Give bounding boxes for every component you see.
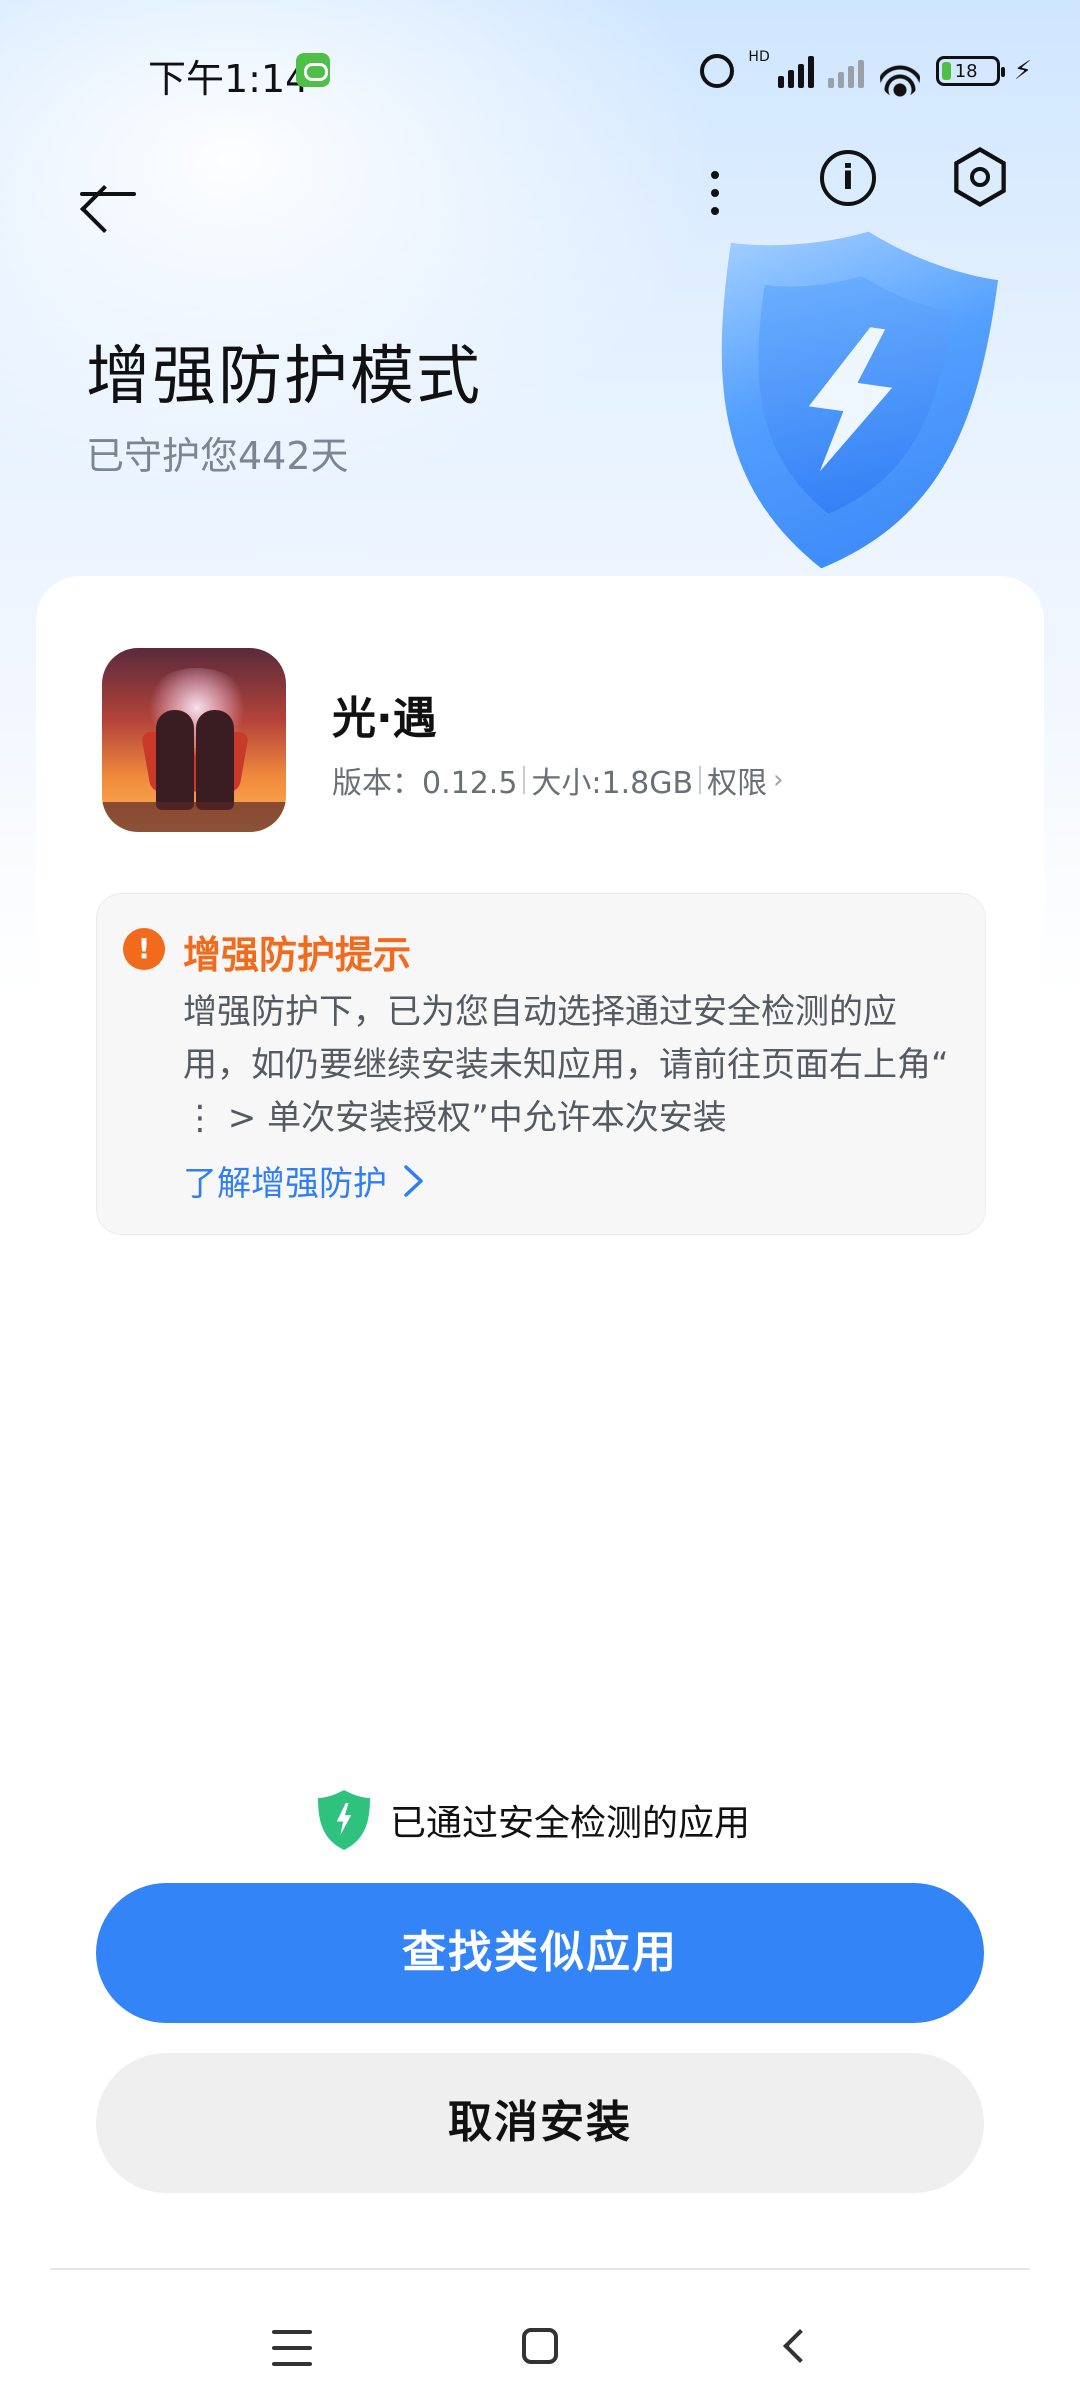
warning-icon: ! — [123, 928, 165, 970]
chevron-right-icon — [404, 1164, 423, 1197]
status-icons: HD 18 ⚡ — [700, 48, 1032, 98]
status-time: 下午1:14 — [148, 57, 310, 101]
green-shield-icon — [318, 1790, 370, 1850]
home-icon[interactable] — [522, 2328, 558, 2364]
network-type-label: HD — [748, 49, 770, 65]
learn-more-label: 了解增强防护 — [183, 1164, 387, 1204]
find-similar-apps-button[interactable]: 查找类似应用 — [96, 1883, 984, 2023]
notice-title: 增强防护提示 — [183, 933, 412, 977]
passed-text: 已通过安全检测的应用 — [390, 1803, 751, 1844]
info-icon[interactable]: i — [820, 150, 876, 206]
more-options-icon[interactable] — [690, 153, 740, 233]
chevron-right-icon: › — [773, 765, 784, 795]
recent-apps-icon[interactable] — [272, 2330, 312, 2366]
back-arrow-icon[interactable] — [70, 153, 150, 233]
top-navigation: i — [0, 135, 1080, 235]
app-meta: 版本：0.12.5 大小:1.8GB 权限 › — [332, 758, 783, 802]
cancel-install-button[interactable]: 取消安装 — [96, 2053, 984, 2193]
app-icon — [102, 648, 286, 832]
battery-percent: 18 — [954, 60, 978, 82]
settings-icon[interactable] — [950, 147, 1010, 207]
page-title: 增强防护模式 — [86, 340, 482, 414]
shield-bolt-illustration — [700, 230, 1000, 590]
system-navigation-bar — [0, 2270, 1080, 2400]
learn-more-link[interactable]: 了解增强防护 — [183, 1156, 425, 1205]
app-version: 版本：0.12.5 — [332, 766, 518, 801]
protection-notice: ! 增强防护提示 增强防护下，已为您自动选择通过安全检测的应用，如仍要继续安装未… — [96, 893, 986, 1235]
protection-days: 已守护您442天 — [86, 434, 349, 478]
system-back-icon[interactable] — [780, 2330, 810, 2360]
alarm-icon — [700, 54, 735, 88]
security-passed-indicator: 已通过安全检测的应用 — [318, 1790, 750, 1850]
signal-icon — [777, 54, 814, 88]
wifi-icon — [878, 54, 922, 98]
app-name: 光·遇 — [332, 693, 437, 744]
charging-icon: ⚡ — [1013, 56, 1032, 86]
chat-notification-icon — [296, 53, 330, 87]
notice-body: 增强防护下，已为您自动选择通过安全检测的应用，如仍要继续安装未知应用，请前往页面… — [183, 992, 949, 1138]
meta-divider — [523, 766, 526, 794]
app-size: 大小:1.8GB — [531, 766, 694, 801]
status-bar: 下午1:14 HD 18 ⚡ — [0, 0, 1080, 135]
signal-secondary-icon — [827, 54, 864, 88]
permissions-link[interactable]: 权限 › — [707, 758, 783, 802]
permissions-label: 权限 — [707, 766, 768, 801]
meta-divider — [699, 766, 702, 794]
battery-icon: 18 — [935, 56, 1005, 86]
